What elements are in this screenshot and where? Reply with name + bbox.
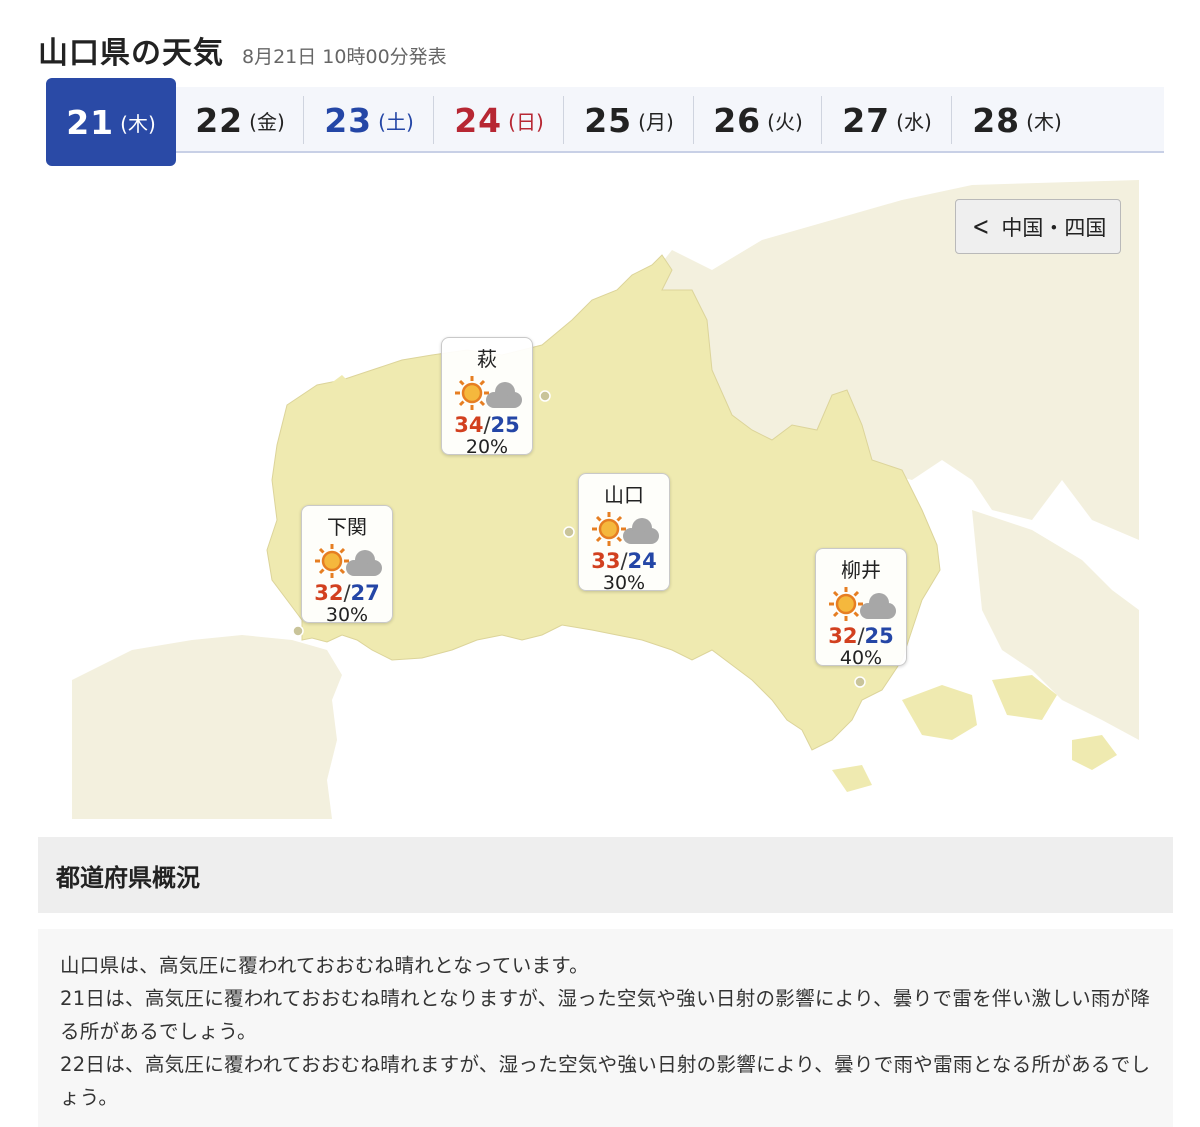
- tab-weekday: (土): [378, 109, 414, 134]
- city-dot-yanai: [854, 676, 866, 688]
- city-card-yanai[interactable]: 柳井 32/25 40%: [815, 548, 907, 669]
- tab-weekday: (木): [120, 111, 156, 136]
- temp-low: 25: [490, 413, 520, 437]
- tab-date: 21: [66, 102, 115, 142]
- tab-date: 25: [584, 100, 633, 140]
- sunny-then-cloudy-icon: [302, 542, 392, 582]
- tab-day-22[interactable]: 22 (金): [176, 87, 304, 153]
- region-back-button[interactable]: < 中国・四国: [955, 199, 1121, 254]
- tab-date: 26: [713, 100, 762, 140]
- city-card-yamaguchi[interactable]: 山口 33/24 30%: [578, 473, 670, 594]
- date-tabs: 21 (木) 22 (金) 23 (土) 24 (日) 25 (月) 26 (火) 27 (水…: [46, 78, 1164, 166]
- temperature: 32/27: [314, 581, 380, 605]
- page-title: 山口県の天気: [38, 36, 224, 71]
- overview-paragraph: 山口県は、高気圧に覆われておおむね晴れとなっています。: [60, 954, 589, 977]
- sunny-then-cloudy-icon: [816, 585, 906, 625]
- tab-day-25[interactable]: 25 (月): [564, 87, 694, 153]
- temp-high: 32: [314, 581, 344, 605]
- tab-date: 24: [454, 100, 503, 140]
- tab-weekday: (金): [249, 109, 285, 134]
- tab-weekday: (日): [508, 109, 544, 134]
- city-dot-hagi: [539, 390, 551, 402]
- city-name: 柳井: [841, 558, 881, 582]
- tab-weekday: (木): [1026, 109, 1062, 134]
- tab-date: 28: [972, 100, 1021, 140]
- tab-weekday: (月): [638, 109, 674, 134]
- city-name: 萩: [477, 347, 497, 371]
- section-header: 都道府県概況: [38, 837, 1173, 913]
- temp-low: 25: [864, 624, 894, 648]
- tab-weekday: (水): [896, 109, 932, 134]
- section-title: 都道府県概況: [56, 863, 200, 892]
- temp-high: 34: [454, 413, 484, 437]
- city-dot-shimonoseki: [292, 625, 304, 637]
- precip-probability: 30%: [602, 572, 646, 594]
- city-card-hagi[interactable]: 萩 34/25 20%: [441, 337, 533, 458]
- tab-day-28[interactable]: 28 (木): [952, 87, 1082, 153]
- city-dot-yamaguchi: [563, 526, 575, 538]
- region-back-label: 中国・四国: [1001, 215, 1107, 240]
- city-card-shimonoseki[interactable]: 下関 32/27 30%: [301, 505, 393, 626]
- precip-probability: 20%: [465, 436, 509, 458]
- page-header: 山口県の天気 8月21日 10時00分発表: [38, 28, 447, 72]
- overview-paragraph: 22日は、高気圧に覆われておおむね晴れますが、湿った空気や強い日射の影響により、…: [60, 1053, 1151, 1109]
- chevron-left-icon: <: [971, 211, 990, 242]
- city-name: 山口: [604, 483, 644, 507]
- tab-date: 22: [195, 100, 244, 140]
- tab-date: 27: [842, 100, 891, 140]
- neighbor-land-kyushu: [72, 635, 342, 819]
- temperature: 33/24: [591, 549, 657, 573]
- sunny-then-cloudy-icon: [442, 374, 532, 414]
- sunny-then-cloudy-icon: [579, 510, 669, 550]
- temp-high: 33: [591, 549, 621, 573]
- precip-probability: 30%: [325, 604, 369, 626]
- tab-date: 23: [324, 100, 373, 140]
- temperature: 32/25: [828, 624, 894, 648]
- tab-day-23[interactable]: 23 (土): [304, 87, 434, 153]
- overview-text: 山口県は、高気圧に覆われておおむね晴れとなっています。 21日は、高気圧に覆われ…: [38, 929, 1173, 1127]
- tab-day-27[interactable]: 27 (水): [822, 87, 952, 153]
- temp-high: 32: [828, 624, 858, 648]
- tab-day-21[interactable]: 21 (木): [46, 78, 176, 166]
- city-name: 下関: [327, 515, 367, 539]
- overview-paragraph: 21日は、高気圧に覆われておおむね晴れとなりますが、湿った空気や強い日射の影響に…: [60, 987, 1151, 1043]
- temp-low: 24: [627, 549, 657, 573]
- temperature: 34/25: [454, 413, 520, 437]
- tab-day-24[interactable]: 24 (日): [434, 87, 564, 153]
- temp-low: 27: [350, 581, 380, 605]
- tab-weekday: (火): [767, 109, 803, 134]
- precip-probability: 40%: [839, 647, 883, 669]
- issued-time: 8月21日 10時00分発表: [242, 46, 447, 68]
- tab-day-26[interactable]: 26 (火): [694, 87, 822, 153]
